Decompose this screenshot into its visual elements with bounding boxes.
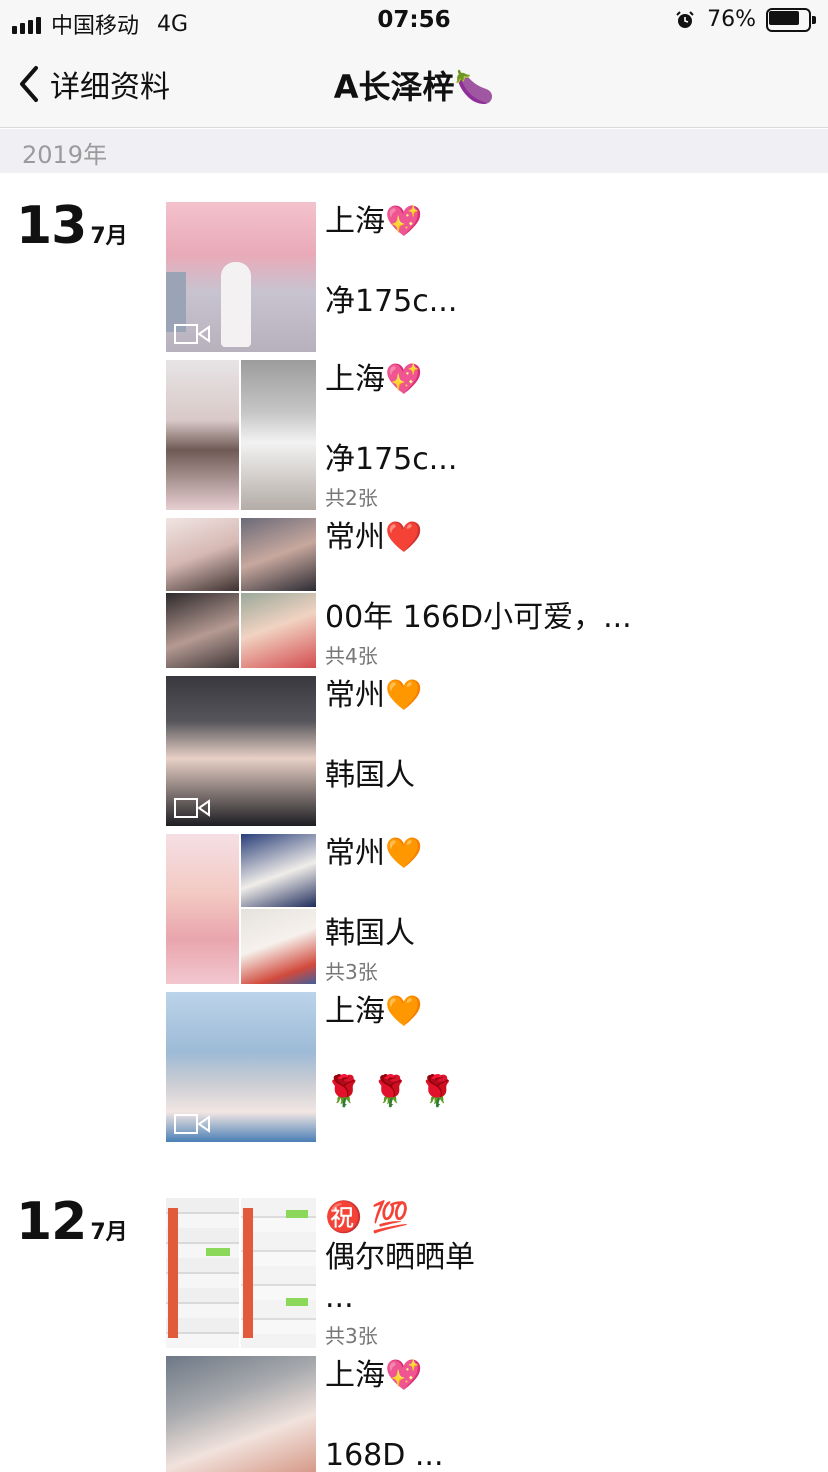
photo-count: 共3张: [325, 1324, 378, 1348]
post-location: 上海💖: [325, 362, 423, 397]
post-location: 上海💖: [325, 204, 423, 239]
post-thumbnail: [166, 360, 316, 510]
day-month: 7月: [90, 1220, 128, 1245]
post-caption: 净175c...: [325, 284, 458, 319]
post-caption: 🌹 🌹 🌹: [325, 1074, 457, 1109]
alarm-icon: [676, 10, 694, 28]
moment-post[interactable]: ㊗️ 💯 偶尔晒晒单 ... 共3张: [166, 1198, 828, 1348]
moment-post[interactable]: 上海💖 净175c... 共2张: [166, 360, 828, 510]
video-icon: [174, 1114, 210, 1134]
day-month: 7月: [90, 224, 128, 249]
status-right: 76%: [675, 7, 816, 32]
post-thumbnail: [166, 676, 316, 826]
post-thumbnail: [166, 1198, 316, 1348]
post-location: 上海🧡: [325, 994, 423, 1029]
post-location: 上海💖: [325, 1358, 423, 1393]
post-caption: ...: [325, 1280, 354, 1315]
post-location: 常州❤️: [325, 520, 423, 555]
day-date: 12 7月: [16, 1192, 128, 1252]
moment-post[interactable]: 上海🧡 🌹 🌹 🌹: [166, 992, 828, 1142]
year-label: 2019年: [22, 141, 108, 169]
video-icon: [174, 798, 210, 818]
post-thumbnail: [166, 518, 316, 668]
post-caption-title: 偶尔晒晒单: [325, 1240, 475, 1275]
moment-post[interactable]: 常州🧡 韩国人: [166, 676, 828, 826]
moment-post[interactable]: 上海💖 净175c...: [166, 202, 828, 352]
post-caption: 韩国人: [325, 916, 415, 951]
post-thumbnail: [166, 834, 316, 984]
photo-count: 共3张: [325, 960, 378, 984]
post-thumbnail: [166, 1356, 316, 1472]
moment-post[interactable]: 常州🧡 韩国人 共3张: [166, 834, 828, 984]
video-icon: [174, 324, 210, 344]
navigation-bar: 详细资料 A长泽梓🍆: [0, 42, 828, 128]
day-number: 13: [16, 196, 87, 256]
post-caption: 韩国人: [325, 758, 415, 793]
post-badges: ㊗️ 💯: [325, 1200, 410, 1235]
day-number: 12: [16, 1192, 87, 1252]
post-caption: 00年 166D小可爱，...: [325, 600, 632, 635]
page-title: A长泽梓🍆: [333, 68, 495, 106]
post-thumbnail: [166, 992, 316, 1142]
year-section-header: 2019年: [0, 129, 828, 173]
battery-percent: 76%: [707, 7, 756, 32]
photo-count: 共4张: [325, 644, 378, 668]
post-caption: 净175c...: [325, 442, 458, 477]
post-location: 常州🧡: [325, 836, 423, 871]
day-date: 13 7月: [16, 196, 128, 256]
post-location: 常州🧡: [325, 678, 423, 713]
post-thumbnail: [166, 202, 316, 352]
photo-count: 共2张: [325, 486, 378, 510]
status-bar: 中国移动 4G 07:56 76%: [0, 0, 828, 42]
moment-post[interactable]: 上海💖 168D ...: [166, 1356, 828, 1472]
battery-icon: [766, 7, 816, 32]
moment-post[interactable]: 常州❤️ 00年 166D小可爱，... 共4张: [166, 518, 828, 668]
post-caption: 168D ...: [325, 1438, 444, 1472]
